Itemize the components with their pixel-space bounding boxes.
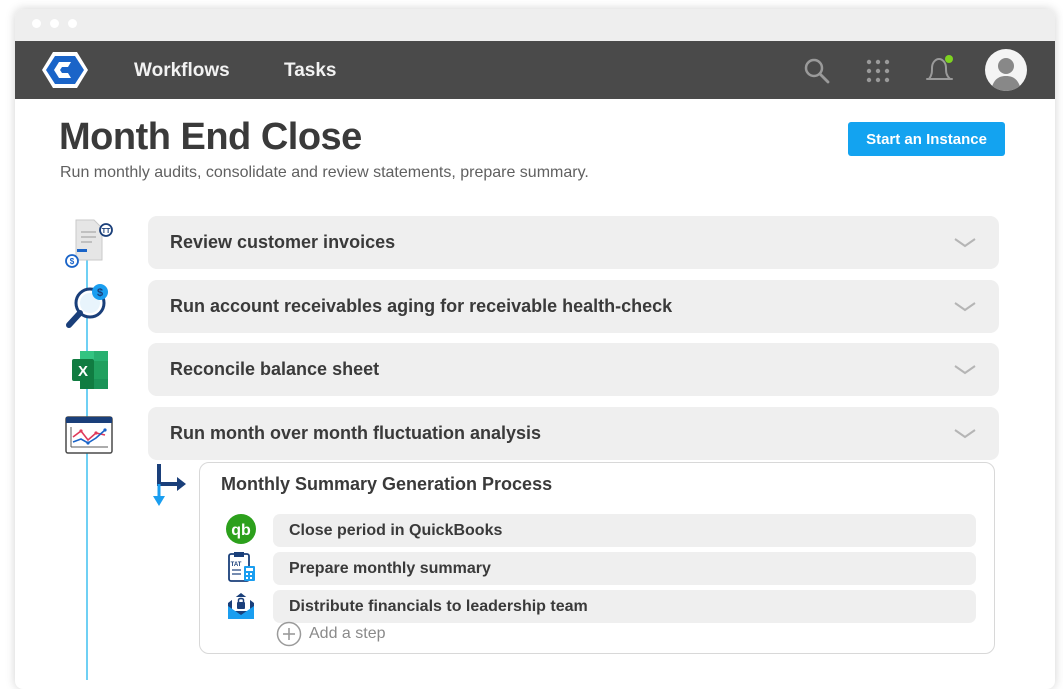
chevron-down-icon[interactable]: [953, 237, 977, 249]
chevron-down-icon[interactable]: [953, 364, 977, 376]
page-subtitle: Run monthly audits, consolidate and revi…: [60, 164, 589, 181]
substep-row-close-period[interactable]: Close period in QuickBooks: [273, 514, 976, 547]
secure-mail-icon: [228, 593, 254, 619]
user-avatar[interactable]: [985, 49, 1027, 91]
step-label: Reconcile balance sheet: [170, 359, 380, 379]
substep-label: Distribute financials to leadership team: [289, 598, 588, 615]
invoice-document-icon: TT $: [65, 219, 113, 268]
branch-arrow-icon: [153, 464, 186, 506]
svg-text:TT: TT: [102, 228, 111, 235]
app-logo-icon[interactable]: [42, 51, 88, 89]
step-label: Run month over month fluctuation analysi…: [170, 423, 542, 443]
start-instance-button[interactable]: Start an Instance: [848, 122, 1005, 156]
quickbooks-icon: qb: [226, 514, 256, 544]
step-label: Review customer invoices: [170, 232, 396, 252]
substep-row-distribute-financials[interactable]: Distribute financials to leadership team: [273, 590, 976, 623]
magnifier-dollar-icon: $: [66, 284, 108, 328]
window-dot-3: [68, 19, 77, 28]
svg-text:qb: qb: [231, 522, 251, 539]
svg-text:TAT: TAT: [231, 562, 242, 568]
window-dot-2: [50, 19, 59, 28]
excel-icon: X: [72, 351, 108, 389]
substep-label: Prepare monthly summary: [289, 560, 491, 577]
chart-window-icon: [65, 416, 113, 454]
subprocess-title: Monthly Summary Generation Process: [221, 474, 553, 494]
nav-workflows[interactable]: Workflows: [134, 60, 230, 82]
substep-row-prepare-summary[interactable]: Prepare monthly summary: [273, 552, 976, 585]
add-circle-icon: [276, 621, 302, 647]
clipboard-report-icon: TAT: [228, 552, 255, 582]
step-row-receivables-aging[interactable]: Run account receivables aging for receiv…: [148, 280, 999, 333]
svg-text:$: $: [70, 257, 75, 266]
apps-grid-icon[interactable]: [865, 58, 891, 84]
step-label: Run account receivables aging for receiv…: [170, 296, 673, 316]
page-title: Month End Close: [59, 116, 362, 158]
window-chrome: [15, 9, 1055, 41]
notification-bell-icon[interactable]: [923, 54, 957, 86]
top-nav-bar: Workflows Tasks: [15, 41, 1055, 99]
svg-text:X: X: [78, 363, 88, 380]
step-row-fluctuation-analysis[interactable]: Run month over month fluctuation analysi…: [148, 407, 999, 460]
add-step-button[interactable]: Add a step: [276, 621, 386, 647]
window-dot-1: [32, 19, 41, 28]
chevron-down-icon[interactable]: [953, 301, 977, 313]
user-silhouette-icon: [991, 58, 1021, 91]
svg-text:$: $: [97, 287, 103, 299]
add-step-label: Add a step: [309, 625, 386, 642]
step-row-review-invoices[interactable]: Review customer invoices: [148, 216, 999, 269]
chevron-down-icon[interactable]: [953, 428, 977, 440]
subprocess-card: Monthly Summary Generation Process qb Cl…: [199, 462, 995, 654]
nav-tasks[interactable]: Tasks: [284, 60, 336, 82]
search-icon[interactable]: [803, 57, 831, 85]
step-row-reconcile-balance[interactable]: Reconcile balance sheet: [148, 343, 999, 396]
substep-label: Close period in QuickBooks: [289, 522, 503, 539]
